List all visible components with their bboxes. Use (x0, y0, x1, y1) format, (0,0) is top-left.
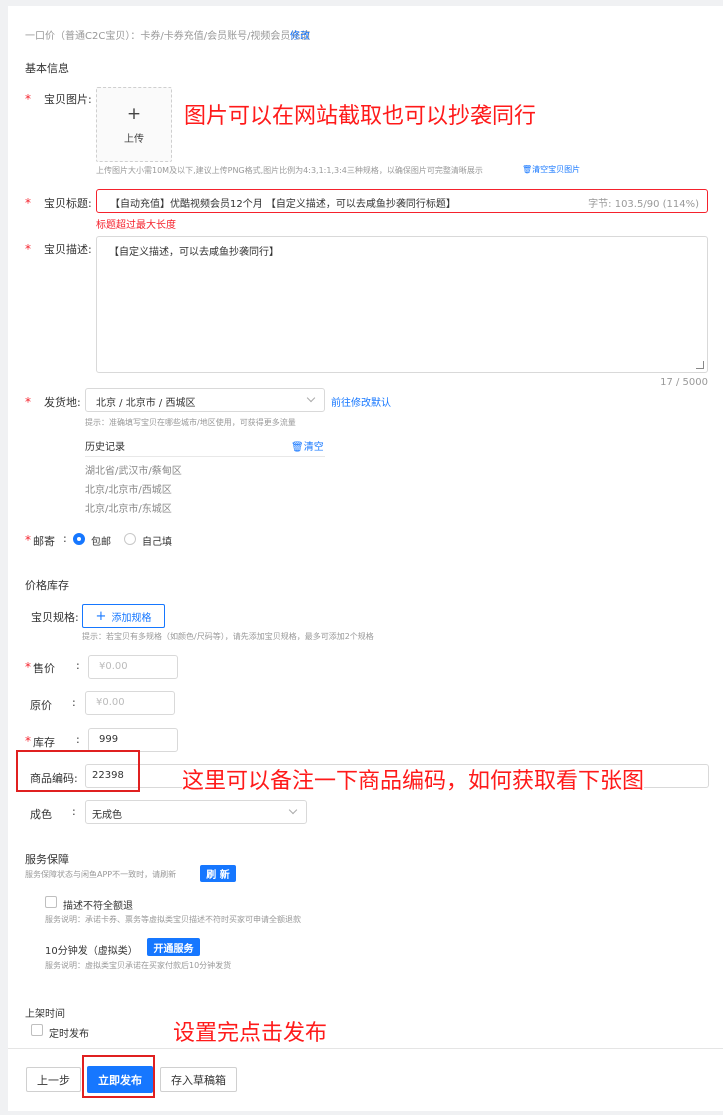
section-listing-time: 上架时间 (25, 1009, 65, 1020)
required-mark: * (25, 660, 31, 674)
trash-icon: 🗑 (522, 165, 533, 174)
resize-handle-icon[interactable] (696, 361, 704, 369)
colon: : (76, 733, 80, 746)
image-hint: 上传图片大小需10M及以下,建议上传PNG格式,图片比例为4:3,1:1,3:4… (96, 166, 483, 175)
image-label: 宝贝图片: (44, 93, 92, 106)
fast-ship-desc: 服务说明：虚拟类宝贝承诺在买家付款后10分钟发货 (45, 961, 232, 970)
title-error: 标题超过最大长度 (96, 220, 176, 231)
upload-label: 上传 (124, 134, 144, 145)
postage-free-radio[interactable] (73, 533, 85, 545)
spec-label: 宝贝规格: (31, 611, 79, 624)
history-title: 历史记录 (85, 442, 125, 453)
refund-desc: 服务说明：承诺卡券、票务等虚拟类宝贝描述不符时买家可申请全额退款 (45, 915, 301, 924)
title-byte-count: 字节: 103.5/90 (114%) (588, 199, 699, 210)
required-mark: * (25, 242, 31, 256)
sale-price-input[interactable]: ¥0.00 (88, 655, 178, 679)
title-input[interactable]: 【自动充值】优酷视频会员12个月 【自定义描述，可以去咸鱼抄袭同行标题】 字节:… (96, 189, 708, 213)
annotation-product-code: 这里可以备注一下商品编码，如何获取看下张图 (182, 769, 645, 794)
history-clear-link[interactable]: 🗑清空 (291, 438, 324, 453)
required-mark: * (25, 533, 31, 547)
section-price-stock: 价格库存 (25, 579, 69, 592)
ship-default-link[interactable]: 前往修改默认 (331, 394, 391, 409)
desc-count: 17 / 5000 (660, 377, 708, 388)
scheduled-checkbox[interactable] (31, 1024, 43, 1036)
orig-price-label: 原价 (30, 699, 52, 712)
condition-label: 成色 (30, 808, 52, 821)
section-basic-info: 基本信息 (25, 62, 69, 75)
refresh-button[interactable]: 刷 新 (200, 865, 236, 882)
save-draft-button[interactable]: 存入草稿箱 (160, 1067, 237, 1092)
stock-label: 库存 (33, 736, 55, 749)
condition-select[interactable]: 无成色 (85, 800, 307, 824)
postage-free-label: 包邮 (91, 537, 111, 548)
prev-step-button[interactable]: 上一步 (26, 1067, 81, 1092)
history-item[interactable]: 湖北省/武汉市/蔡甸区 (85, 462, 182, 477)
scheduled-label: 定时发布 (49, 1029, 89, 1040)
colon: : (72, 696, 76, 709)
enable-service-button[interactable]: 开通服务 (147, 938, 200, 956)
footer-divider (8, 1048, 723, 1049)
clear-images-link[interactable]: 🗑清空宝贝图片 (522, 164, 580, 175)
required-mark: * (25, 196, 31, 210)
service-sync-hint: 服务保障状态与闲鱼APP不一致时，请刷新 (25, 870, 177, 879)
orig-price-placeholder: ¥0.00 (96, 697, 125, 708)
refund-checkbox[interactable] (45, 896, 57, 908)
divider (85, 456, 325, 457)
postage-label: 邮寄 (33, 535, 55, 548)
section-service: 服务保障 (25, 853, 69, 866)
history-item[interactable]: 北京/北京市/西城区 (85, 481, 172, 496)
add-spec-button[interactable]: + 添加规格 (82, 604, 165, 628)
refund-label: 描述不符全额退 (63, 901, 133, 912)
trash-icon: 🗑 (291, 442, 304, 453)
condition-value: 无成色 (92, 810, 122, 821)
colon: : (76, 659, 80, 672)
spec-hint: 提示：若宝贝有多规格（如颜色/尺码等），请先添加宝贝规格，最多可添加2个规格 (82, 632, 374, 641)
ship-select[interactable]: 北京 / 北京市 / 西城区 (85, 388, 325, 412)
modify-category-link[interactable]: 修改 (290, 27, 310, 42)
colon: : (63, 532, 67, 545)
plus-icon: + (126, 104, 142, 124)
highlight-product-code (16, 750, 140, 792)
plus-icon: + (95, 608, 107, 624)
postage-custom-radio[interactable] (124, 533, 136, 545)
sale-price-placeholder: ¥0.00 (99, 661, 128, 672)
orig-price-input[interactable]: ¥0.00 (85, 691, 175, 715)
chevron-down-icon (288, 805, 298, 815)
fast-ship-label: 10分钟发（虚拟类） (45, 946, 138, 957)
desc-textarea[interactable]: 【自定义描述，可以去咸鱼抄袭同行】 (96, 236, 708, 373)
stock-value: 999 (99, 734, 119, 745)
required-mark: * (25, 92, 31, 106)
category-path: 一口价（普通C2C宝贝）：卡券/卡券充值/会员账号/视频会员充值 (25, 31, 311, 42)
stock-input[interactable]: 999 (88, 728, 178, 752)
sale-price-label: 售价 (33, 662, 55, 675)
annotation-publish: 设置完点击发布 (173, 1021, 328, 1046)
annotation-image: 图片可以在网站截取也可以抄袭同行 (184, 104, 537, 129)
title-label: 宝贝标题: (44, 197, 92, 210)
history-item[interactable]: 北京/北京市/东城区 (85, 500, 172, 515)
chevron-down-icon (306, 393, 316, 403)
colon: : (72, 805, 76, 818)
required-mark: * (25, 395, 31, 409)
ship-value: 北京 / 北京市 / 西城区 (96, 398, 196, 409)
desc-label: 宝贝描述: (44, 243, 92, 256)
ship-hint: 提示：准确填写宝贝在哪些城市/地区使用，可获得更多流量 (85, 418, 296, 427)
desc-value: 【自定义描述，可以去咸鱼抄袭同行】 (109, 247, 279, 258)
required-mark: * (25, 734, 31, 748)
highlight-publish (82, 1055, 155, 1098)
postage-custom-label: 自己填 (142, 537, 172, 548)
title-value: 【自动充值】优酷视频会员12个月 【自定义描述，可以去咸鱼抄袭同行标题】 (110, 199, 456, 210)
image-upload-box[interactable]: + 上传 (96, 87, 172, 162)
ship-label: 发货地: (44, 396, 81, 409)
